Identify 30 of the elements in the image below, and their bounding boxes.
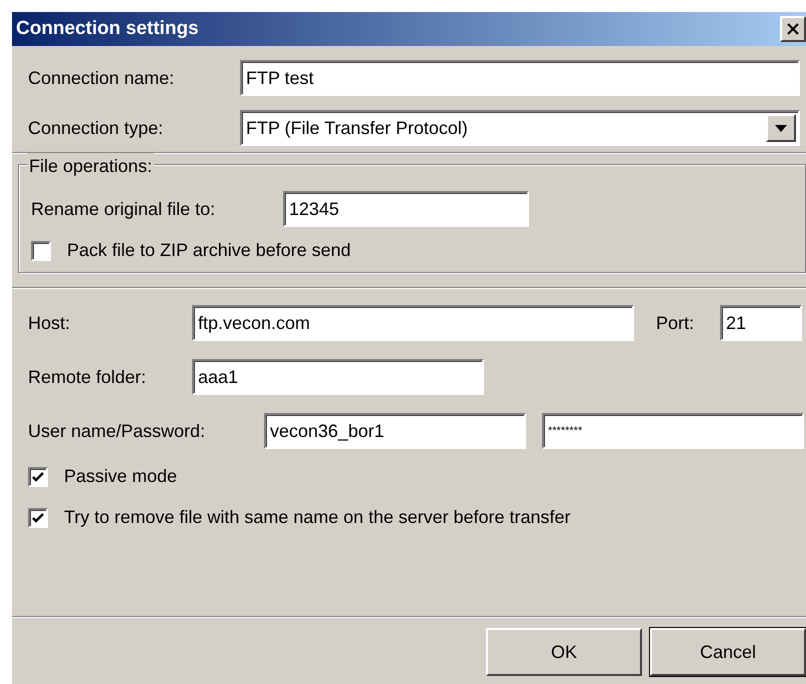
- text-field[interactable]: 12345: [283, 191, 529, 227]
- checkmark-icon: [31, 510, 45, 524]
- dialog-button[interactable]: Cancel: [650, 628, 806, 676]
- text-field[interactable]: 21: [720, 305, 802, 341]
- caret-icon: [775, 124, 787, 132]
- close-icon: [786, 23, 800, 35]
- field-label: Port:: [656, 312, 696, 334]
- field-label: User name/Password:: [28, 420, 206, 442]
- dropdown-button[interactable]: [766, 114, 796, 142]
- checkbox[interactable]: [28, 508, 48, 528]
- checkbox[interactable]: [31, 240, 51, 260]
- dropdown-field[interactable]: FTP (File Transfer Protocol): [240, 110, 800, 146]
- text-field[interactable]: aaa1: [192, 359, 484, 395]
- checkbox[interactable]: [28, 466, 48, 486]
- field-label: Rename original file to:: [31, 198, 216, 221]
- text-field[interactable]: ftp.vecon.com: [192, 305, 634, 341]
- text-field[interactable]: vecon36_bor1: [264, 413, 526, 449]
- field-label: Connection name:: [28, 66, 176, 90]
- close-button[interactable]: [780, 16, 806, 42]
- dialog-button[interactable]: OK: [486, 628, 642, 676]
- checkbox-label: Passive mode: [64, 465, 178, 488]
- field-label: Remote folder:: [28, 366, 148, 388]
- checkbox-label: Pack file to ZIP archive before send: [67, 239, 351, 262]
- checkmark-icon: [31, 470, 45, 484]
- checkbox-label: Try to remove file with same name on the server before transfer: [64, 506, 571, 529]
- password-field[interactable]: ********: [542, 413, 804, 449]
- field-label: Host:: [28, 312, 72, 334]
- field-label: Connection type:: [28, 116, 164, 140]
- text-field[interactable]: FTP test: [240, 60, 800, 96]
- window-title: Connection settings: [16, 16, 199, 41]
